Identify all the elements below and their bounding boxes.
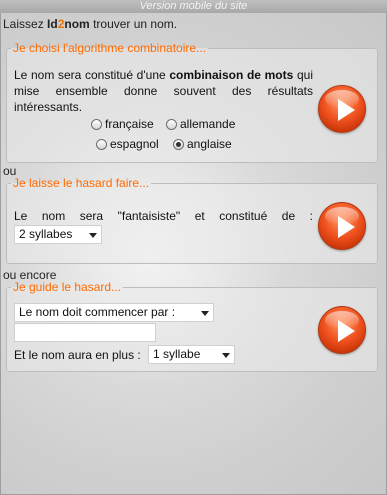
intro-before: Laissez [3, 17, 48, 31]
radio-allemande[interactable]: allemande [166, 117, 235, 131]
extra-label: Et le nom aura en plus : [14, 348, 141, 362]
combinatorial-text-bold: combinaison de mots [169, 68, 294, 82]
top-bar: Version mobile du site [0, 0, 387, 13]
radio-anglaise-dot[interactable] [173, 138, 184, 150]
radio-francaise-dot[interactable] [91, 118, 102, 130]
play-button-combinatorial[interactable] [318, 85, 366, 133]
syllables-select-value: 2 syllabes [19, 227, 73, 241]
extra-syllable-select[interactable]: 1 syllabe [148, 345, 235, 364]
radio-anglaise-label: anglaise [187, 137, 232, 151]
radio-allemande-label: allemande [180, 117, 236, 131]
prefix-input[interactable] [14, 323, 156, 342]
radio-allemande-dot[interactable] [166, 118, 177, 130]
combinatorial-legend: Je choisi l'algorithme combinatoire... [13, 41, 207, 55]
radio-anglaise[interactable]: anglaise [173, 137, 232, 151]
combinatorial-description: Le nom sera constitué d'une combinaison … [14, 67, 313, 115]
mobile-version-link[interactable]: Version mobile du site [0, 0, 387, 13]
radio-espagnol-label: espagnol [110, 137, 159, 151]
radio-francaise[interactable]: française [91, 117, 154, 131]
random-legend: Je laisse le hasard faire... [13, 176, 150, 190]
syllables-select[interactable]: 2 syllabes [14, 225, 102, 244]
intro-after: trouver un nom. [89, 17, 178, 31]
chevron-down-icon [222, 353, 230, 358]
position-select-value: Le nom doit commencer par : [19, 305, 176, 319]
brand-part-a: Id [47, 17, 58, 31]
intro-text: Laissez Id2nom trouver un nom. [3, 17, 177, 31]
play-button-guided[interactable] [318, 306, 366, 354]
position-select[interactable]: Le nom doit commencer par : [14, 303, 214, 322]
radio-francaise-label: française [105, 117, 154, 131]
chevron-down-icon [201, 311, 209, 316]
radio-espagnol-dot[interactable] [96, 138, 107, 150]
brand-part-b: nom [64, 17, 90, 31]
radio-espagnol[interactable]: espagnol [96, 137, 159, 151]
combinatorial-text-a: Le nom sera constitué d'une [14, 68, 170, 82]
extra-syllable-select-value: 1 syllabe [153, 347, 201, 361]
chevron-down-icon [89, 233, 97, 238]
random-description: Le nom sera "fantaisiste" et constitué d… [14, 209, 313, 223]
guided-legend: Je guide le hasard... [13, 280, 122, 294]
play-button-random[interactable] [318, 202, 366, 250]
